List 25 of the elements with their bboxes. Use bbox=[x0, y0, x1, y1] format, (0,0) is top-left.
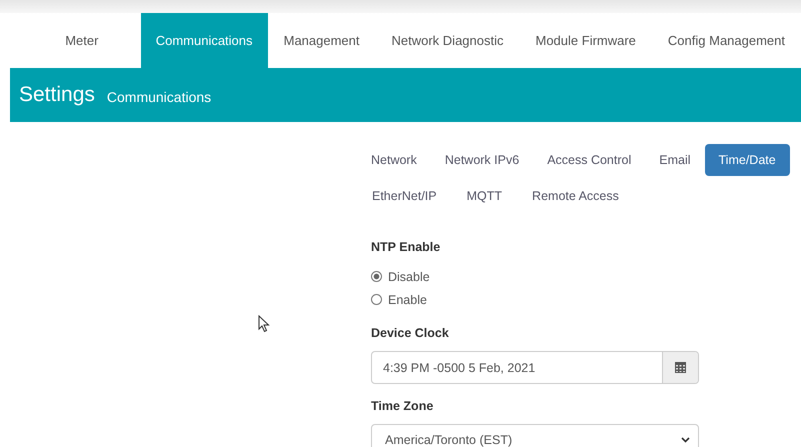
field-label: Time Zone bbox=[371, 399, 434, 413]
sub-tab[interactable]: Remote Access bbox=[517, 180, 634, 212]
cursor-icon bbox=[258, 315, 270, 333]
chevron-down-icon bbox=[681, 436, 690, 442]
radio-label: Disable bbox=[388, 270, 430, 284]
nav-tab[interactable]: Network Diagnostic bbox=[376, 13, 520, 68]
nav-tab[interactable]: Meter bbox=[37, 13, 127, 68]
nav-tab[interactable]: Config Management bbox=[652, 13, 801, 68]
page-title: Settings bbox=[19, 83, 95, 107]
sub-tab[interactable]: Network bbox=[357, 144, 431, 176]
field-label: Device Clock bbox=[371, 326, 450, 340]
sub-tab[interactable]: Time/Date bbox=[704, 144, 790, 176]
nav-tab[interactable]: Management bbox=[268, 13, 376, 68]
field-label: NTP Enable bbox=[371, 240, 442, 254]
page-subtitle: Communications bbox=[106, 88, 212, 105]
dropdown[interactable]: America/Toronto (EST) bbox=[371, 424, 699, 447]
sub-tab[interactable]: Access Control bbox=[533, 144, 646, 176]
sub-tab[interactable]: Email bbox=[645, 144, 705, 176]
sub-tab[interactable]: MQTT bbox=[452, 180, 518, 212]
nav-tab[interactable]: Module Firmware bbox=[520, 13, 652, 68]
radio-button[interactable] bbox=[371, 271, 382, 282]
radio-label: Enable bbox=[388, 292, 427, 306]
radio-button[interactable] bbox=[371, 294, 382, 305]
sub-tab[interactable]: EtherNet/IP bbox=[357, 180, 452, 212]
sub-tab[interactable]: Network IPv6 bbox=[430, 144, 534, 176]
